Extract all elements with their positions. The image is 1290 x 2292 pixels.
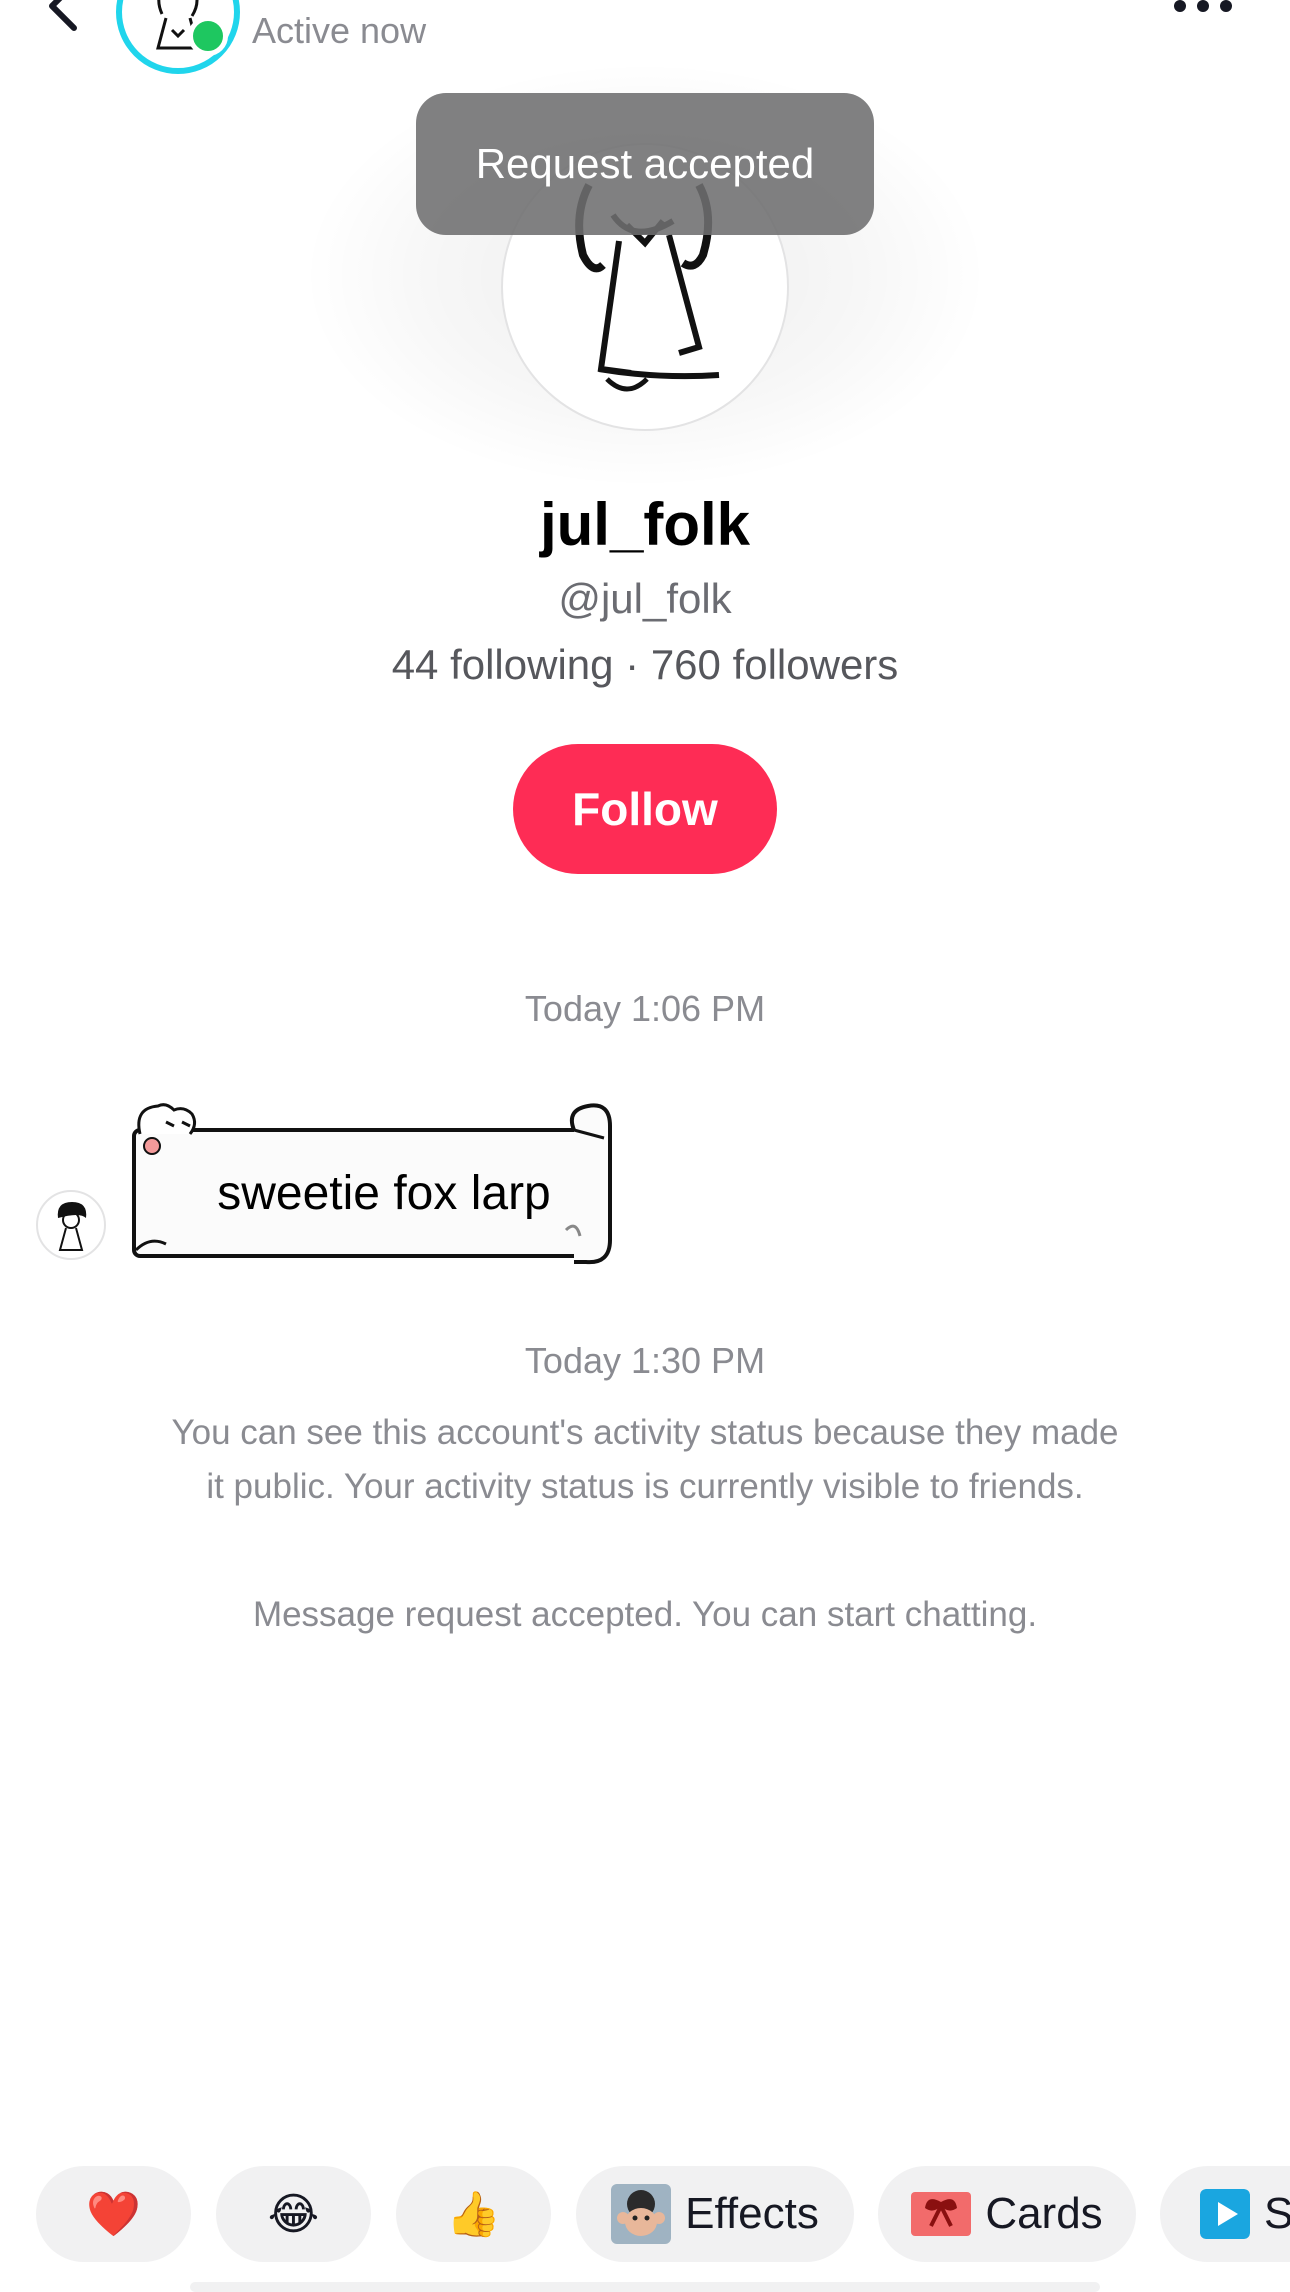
quick-reply-laugh[interactable]: 😂: [216, 2166, 371, 2262]
more-options-icon[interactable]: [1168, 0, 1238, 24]
follow-button[interactable]: Follow: [513, 744, 777, 874]
online-indicator: [188, 16, 228, 56]
cards-chip-label: Cards: [985, 2189, 1103, 2238]
cards-chip[interactable]: Cards: [878, 2166, 1136, 2262]
profile-stats[interactable]: 44 following · 760 followers: [0, 641, 1290, 689]
drawn-figure-icon: [57, 1202, 87, 1251]
request-accepted-toast: Request accepted: [416, 93, 874, 235]
quick-reply-heart[interactable]: ❤️: [36, 2166, 191, 2262]
sender-avatar[interactable]: [36, 1190, 106, 1260]
back-arrow-icon[interactable]: [38, 0, 98, 38]
activity-status-note: You can see this account's activity stat…: [171, 1413, 1119, 1506]
system-timestamp: Today 1:30 PM: [524, 1340, 766, 1381]
laughing-emoji-icon: 😂: [267, 2189, 320, 2239]
partial-chip[interactable]: S: [1160, 2166, 1290, 2262]
play-video-icon: [1200, 2189, 1250, 2239]
active-status: Active now: [252, 10, 427, 51]
effects-chip[interactable]: Effects: [576, 2166, 854, 2262]
sticker-message-text: sweetie fox larp: [217, 1167, 551, 1220]
heart-emoji-icon: ❤️: [86, 2190, 141, 2239]
partial-chip-label: S: [1264, 2189, 1290, 2238]
message-input-edge[interactable]: [190, 2282, 1100, 2292]
quick-reply-thumbs-up[interactable]: 👍: [396, 2166, 551, 2262]
message-timestamp: Today 1:06 PM: [524, 988, 766, 1029]
monkey-face-icon: [611, 2184, 672, 2244]
profile-display-name: jul_folk: [539, 491, 751, 558]
thumbs-up-emoji-icon: 👍: [446, 2190, 501, 2239]
request-accepted-note: Message request accepted. You can start …: [252, 1595, 1038, 1634]
effects-chip-label: Effects: [685, 2189, 819, 2238]
profile-username: @jul_folk: [558, 575, 732, 622]
gift-card-icon: [911, 2184, 972, 2244]
